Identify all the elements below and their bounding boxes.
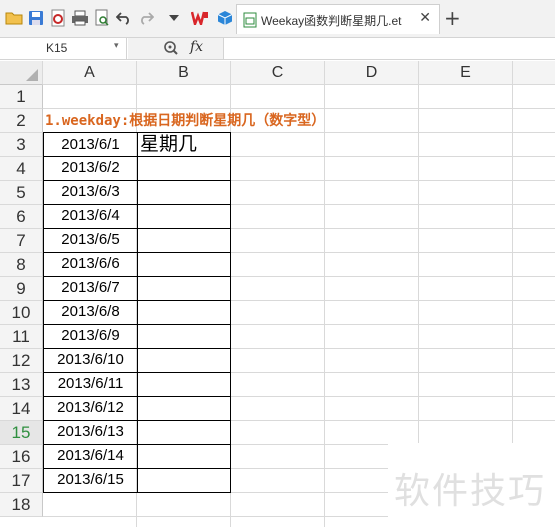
sheet-title-cell[interactable]: 1.weekday:根据日期判断星期几（数字型） xyxy=(45,109,325,133)
watermark-text: 软件技巧 xyxy=(394,471,547,512)
weekday-cell[interactable] xyxy=(137,324,231,349)
document-tab[interactable]: Weekay函数判断星期几.et ✕ xyxy=(236,4,440,34)
date-cell[interactable]: 2013/6/12 xyxy=(43,396,138,421)
row-header-14[interactable]: 14 xyxy=(0,397,43,421)
row-header-7[interactable]: 7 xyxy=(0,229,43,253)
date-cell[interactable]: 2013/6/3 xyxy=(43,180,138,205)
column-header-e[interactable]: E xyxy=(419,61,513,85)
date-cell[interactable]: 2013/6/15 xyxy=(43,468,138,493)
column-header-f[interactable] xyxy=(513,61,555,85)
row-header-13[interactable]: 13 xyxy=(0,373,43,397)
export-pdf-icon[interactable] xyxy=(48,8,68,28)
row-header-1[interactable]: 1 xyxy=(0,85,43,109)
date-cell[interactable]: 2013/6/9 xyxy=(43,324,138,349)
print-preview-icon[interactable] xyxy=(92,8,112,28)
row-header-6[interactable]: 6 xyxy=(0,205,43,229)
weekday-cell[interactable] xyxy=(137,444,231,469)
row-header-16[interactable]: 16 xyxy=(0,445,43,469)
date-cell[interactable]: 2013/6/7 xyxy=(43,276,138,301)
zoom-icon[interactable] xyxy=(163,40,179,60)
redo-icon[interactable] xyxy=(136,8,156,28)
column-header-a[interactable]: A xyxy=(43,61,137,85)
save-icon[interactable] xyxy=(26,8,46,28)
toolbar: Weekay函数判断星期几.et ✕ + xyxy=(0,0,555,38)
weekday-cell[interactable] xyxy=(137,276,231,301)
row-header-9[interactable]: 9 xyxy=(0,277,43,301)
spreadsheet-icon xyxy=(243,12,257,32)
weekday-cell[interactable] xyxy=(137,468,231,493)
row-header-8[interactable]: 8 xyxy=(0,253,43,277)
row-header-12[interactable]: 12 xyxy=(0,349,43,373)
weekday-cell[interactable] xyxy=(137,204,231,229)
date-cell[interactable]: 2013/6/11 xyxy=(43,372,138,397)
formula-bar: K15 ▾ fx xyxy=(0,38,555,60)
date-cell[interactable]: 2013/6/8 xyxy=(43,300,138,325)
weekday-cell[interactable] xyxy=(137,300,231,325)
close-tab-icon[interactable]: ✕ xyxy=(419,10,431,26)
date-cell[interactable]: 2013/6/4 xyxy=(43,204,138,229)
weekday-cell[interactable] xyxy=(137,252,231,277)
row-header-17[interactable]: 17 xyxy=(0,469,43,493)
date-cell[interactable]: 2013/6/5 xyxy=(43,228,138,253)
column-header-d[interactable]: D xyxy=(325,61,419,85)
name-box[interactable]: K15 ▾ xyxy=(0,38,127,59)
dropdown-icon[interactable] xyxy=(164,8,184,28)
cube-icon[interactable] xyxy=(215,8,235,28)
weekday-cell[interactable] xyxy=(137,180,231,205)
date-cell[interactable]: 2013/6/6 xyxy=(43,252,138,277)
column-header-b[interactable]: B xyxy=(137,61,231,85)
new-tab-button[interactable]: + xyxy=(444,6,461,30)
row-header-4[interactable]: 4 xyxy=(0,157,43,181)
open-folder-icon[interactable] xyxy=(4,8,24,28)
gridline-v xyxy=(324,85,325,527)
weekday-cell[interactable] xyxy=(137,396,231,421)
row-header-5[interactable]: 5 xyxy=(0,181,43,205)
chevron-down-icon[interactable]: ▾ xyxy=(114,41,119,51)
weekday-cell[interactable] xyxy=(137,420,231,445)
row-header-18[interactable]: 18 xyxy=(0,493,43,517)
weekday-header-cell[interactable]: 星期几 xyxy=(137,132,231,157)
tab-title: Weekay函数判断星期几.et xyxy=(261,14,402,28)
cell-reference: K15 xyxy=(46,41,68,55)
date-cell[interactable]: 2013/6/2 xyxy=(43,156,138,181)
weekday-cell[interactable] xyxy=(137,156,231,181)
weekday-cell[interactable] xyxy=(137,228,231,253)
weekday-cell[interactable] xyxy=(137,348,231,373)
formula-input[interactable] xyxy=(225,38,555,59)
weekday-cell[interactable] xyxy=(137,372,231,397)
row-header-15[interactable]: 15 xyxy=(0,421,43,445)
row-header-10[interactable]: 10 xyxy=(0,301,43,325)
date-cell[interactable]: 2013/6/14 xyxy=(43,444,138,469)
wps-logo-icon[interactable] xyxy=(190,8,210,28)
date-cell[interactable]: 2013/6/1 xyxy=(43,132,138,157)
select-all-corner[interactable] xyxy=(0,61,43,85)
date-cell[interactable]: 2013/6/10 xyxy=(43,348,138,373)
function-tools: fx xyxy=(128,38,224,59)
insert-function-button[interactable]: fx xyxy=(190,39,203,55)
gridline-h xyxy=(43,84,555,85)
row-header-2[interactable]: 2 xyxy=(0,109,43,133)
undo-icon[interactable] xyxy=(114,8,134,28)
column-header-c[interactable]: C xyxy=(231,61,325,85)
print-icon[interactable] xyxy=(70,8,90,28)
date-cell[interactable]: 2013/6/13 xyxy=(43,420,138,445)
row-header-11[interactable]: 11 xyxy=(0,325,43,349)
row-header-3[interactable]: 3 xyxy=(0,133,43,157)
